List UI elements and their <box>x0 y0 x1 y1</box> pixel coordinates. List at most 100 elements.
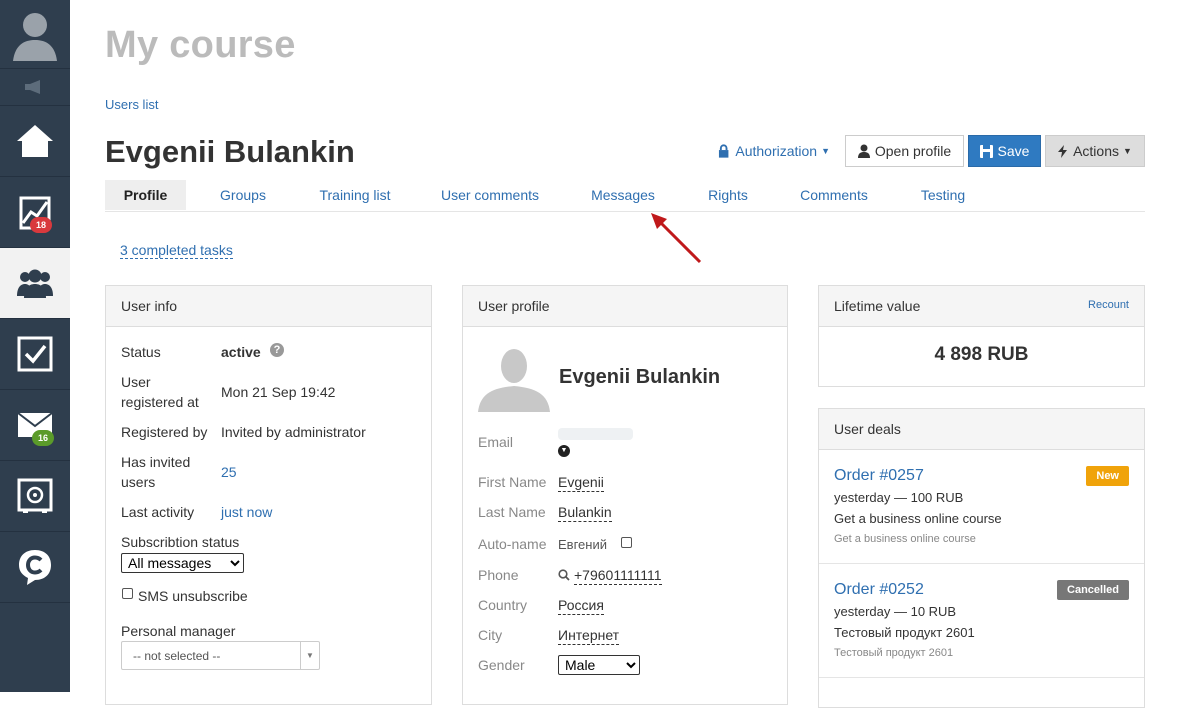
status-value: active <box>221 344 261 360</box>
autoname-checkbox[interactable] <box>621 537 632 548</box>
reports-count-badge: 18 <box>30 217 53 233</box>
sidebar-avatar[interactable] <box>0 0 70 69</box>
actions-dropdown[interactable]: Actions ▼ <box>1045 135 1145 167</box>
sidebar-item-chat[interactable] <box>0 532 70 603</box>
authorization-label: Authorization <box>735 143 818 159</box>
profile-name: Evgenii Bulankin <box>559 366 721 388</box>
tab-groups[interactable]: Groups <box>208 180 278 210</box>
invited-label-2: users <box>121 474 156 490</box>
user-name-heading: Evgenii Bulankin <box>105 134 355 169</box>
save-label: Save <box>997 143 1030 159</box>
home-icon <box>17 125 53 157</box>
gender-label: Gender <box>478 657 525 673</box>
authorization-dropdown[interactable]: Authorization ▼ <box>718 135 830 167</box>
breadcrumb-users-list[interactable]: Users list <box>105 97 158 112</box>
email-blurred <box>558 428 633 440</box>
chat-logo-icon <box>19 550 51 585</box>
personal-manager-select[interactable]: -- not selected -- ▼ <box>121 641 320 670</box>
deal-status-badge: Cancelled <box>1057 580 1129 600</box>
user-profile-title: User profile <box>463 286 787 327</box>
sms-unsubscribe-label: SMS unsubscribe <box>138 588 248 604</box>
status-label: Status <box>121 344 161 360</box>
sidebar-announcements[interactable] <box>0 69 70 106</box>
user-info-panel: User info Status active ? User registere… <box>105 285 432 705</box>
invited-users-count-link[interactable]: 25 <box>221 464 237 480</box>
profile-avatar-icon <box>478 349 550 412</box>
deal-product: Get a business online course <box>834 511 1002 526</box>
registered-at-label-1: User <box>121 374 151 390</box>
sidebar-item-mail[interactable]: 16 <box>0 390 70 461</box>
tab-testing[interactable]: Testing <box>913 180 973 210</box>
checkbox-icon <box>17 336 53 372</box>
personal-manager-value: -- not selected -- <box>133 649 221 663</box>
last-name-label: Last Name <box>478 504 546 520</box>
registered-at-label-2: registered at <box>121 394 199 410</box>
lifetime-value-panel: Lifetime value Recount 4 898 RUB <box>818 285 1145 387</box>
subscription-status-label: Subscribtion status <box>121 534 240 550</box>
phone-value[interactable]: +79601111111 <box>574 567 662 585</box>
recount-link[interactable]: Recount <box>1088 286 1129 324</box>
personal-manager-label: Personal manager <box>121 623 236 639</box>
deal-order-link[interactable]: Order #0257 <box>834 467 924 485</box>
deal-status-badge: New <box>1086 466 1129 486</box>
deal-meta: yesterday — 100 RUB <box>834 490 964 505</box>
profile-tabs: Profile Groups Training list User commen… <box>105 180 1145 212</box>
help-icon[interactable]: ? <box>270 343 284 357</box>
chevron-down-icon: ▼ <box>300 642 319 669</box>
first-name-value[interactable]: Evgenii <box>558 474 604 492</box>
last-name-value[interactable]: Bulankin <box>558 504 612 522</box>
deal-meta: yesterday — 10 RUB <box>834 604 957 619</box>
first-name-label: First Name <box>478 474 547 490</box>
registered-by-label: Registered by <box>121 424 208 440</box>
user-info-title: User info <box>106 286 431 327</box>
email-expand-icon[interactable]: ▼ <box>558 445 570 457</box>
caret-down-icon: ▼ <box>1123 146 1132 156</box>
deal-product-sub: Тестовый продукт 2601 <box>834 647 954 659</box>
tab-comments[interactable]: Comments <box>795 180 873 210</box>
sidebar-item-reports[interactable]: 18 <box>0 177 70 248</box>
search-icon[interactable] <box>558 569 570 581</box>
users-group-icon <box>17 269 53 298</box>
completed-tasks-link[interactable]: 3 completed tasks <box>120 242 233 259</box>
save-button[interactable]: Save <box>968 135 1041 167</box>
megaphone-icon <box>25 80 40 94</box>
lightning-icon <box>1058 144 1068 158</box>
subscription-status-select[interactable]: All messages <box>121 553 244 573</box>
country-value[interactable]: Россия <box>558 597 604 615</box>
autoname-label: Auto-name <box>478 536 547 552</box>
deal-product: Тестовый продукт 2601 <box>834 625 975 640</box>
tab-training-list[interactable]: Training list <box>310 180 400 210</box>
autoname-value: Евгений <box>558 537 607 552</box>
sidebar-item-home[interactable] <box>0 106 70 177</box>
lock-icon <box>718 144 729 158</box>
lifetime-value-header: Lifetime value Recount <box>819 286 1144 327</box>
email-label: Email <box>478 434 514 450</box>
safe-icon <box>17 478 53 513</box>
lifetime-value-title: Lifetime value <box>834 298 921 314</box>
open-profile-button[interactable]: Open profile <box>845 135 964 167</box>
user-avatar-icon <box>13 13 57 61</box>
gender-select[interactable]: Male <box>558 655 640 675</box>
invited-label-1: Has invited <box>121 454 191 470</box>
open-profile-label: Open profile <box>874 143 952 159</box>
deal-product-sub: Get a business online course <box>834 533 976 545</box>
tab-rights[interactable]: Rights <box>700 180 756 210</box>
floppy-disk-icon <box>979 144 993 158</box>
mail-count-badge: 16 <box>32 430 55 446</box>
page-title: My course <box>105 24 296 66</box>
sidebar-item-safe[interactable] <box>0 461 70 532</box>
tab-messages[interactable]: Messages <box>583 180 663 210</box>
registered-at-value: Mon 21 Sep 19:42 <box>221 384 336 400</box>
tab-user-comments[interactable]: User comments <box>435 180 545 210</box>
deal-order-link[interactable]: Order #0252 <box>834 581 924 599</box>
sms-unsubscribe-checkbox[interactable] <box>122 588 133 599</box>
sidebar-item-users[interactable] <box>0 248 70 319</box>
deal-item: Order #0257 yesterday — 100 RUB Get a bu… <box>819 450 1144 564</box>
sidebar-item-tasks[interactable] <box>0 319 70 390</box>
user-deals-panel: User deals Order #0257 yesterday — 100 R… <box>818 408 1145 708</box>
city-value[interactable]: Интернет <box>558 627 620 645</box>
last-activity-value[interactable]: just now <box>221 504 272 520</box>
user-icon <box>857 144 870 158</box>
last-activity-label: Last activity <box>121 504 195 520</box>
tab-profile[interactable]: Profile <box>105 180 186 210</box>
